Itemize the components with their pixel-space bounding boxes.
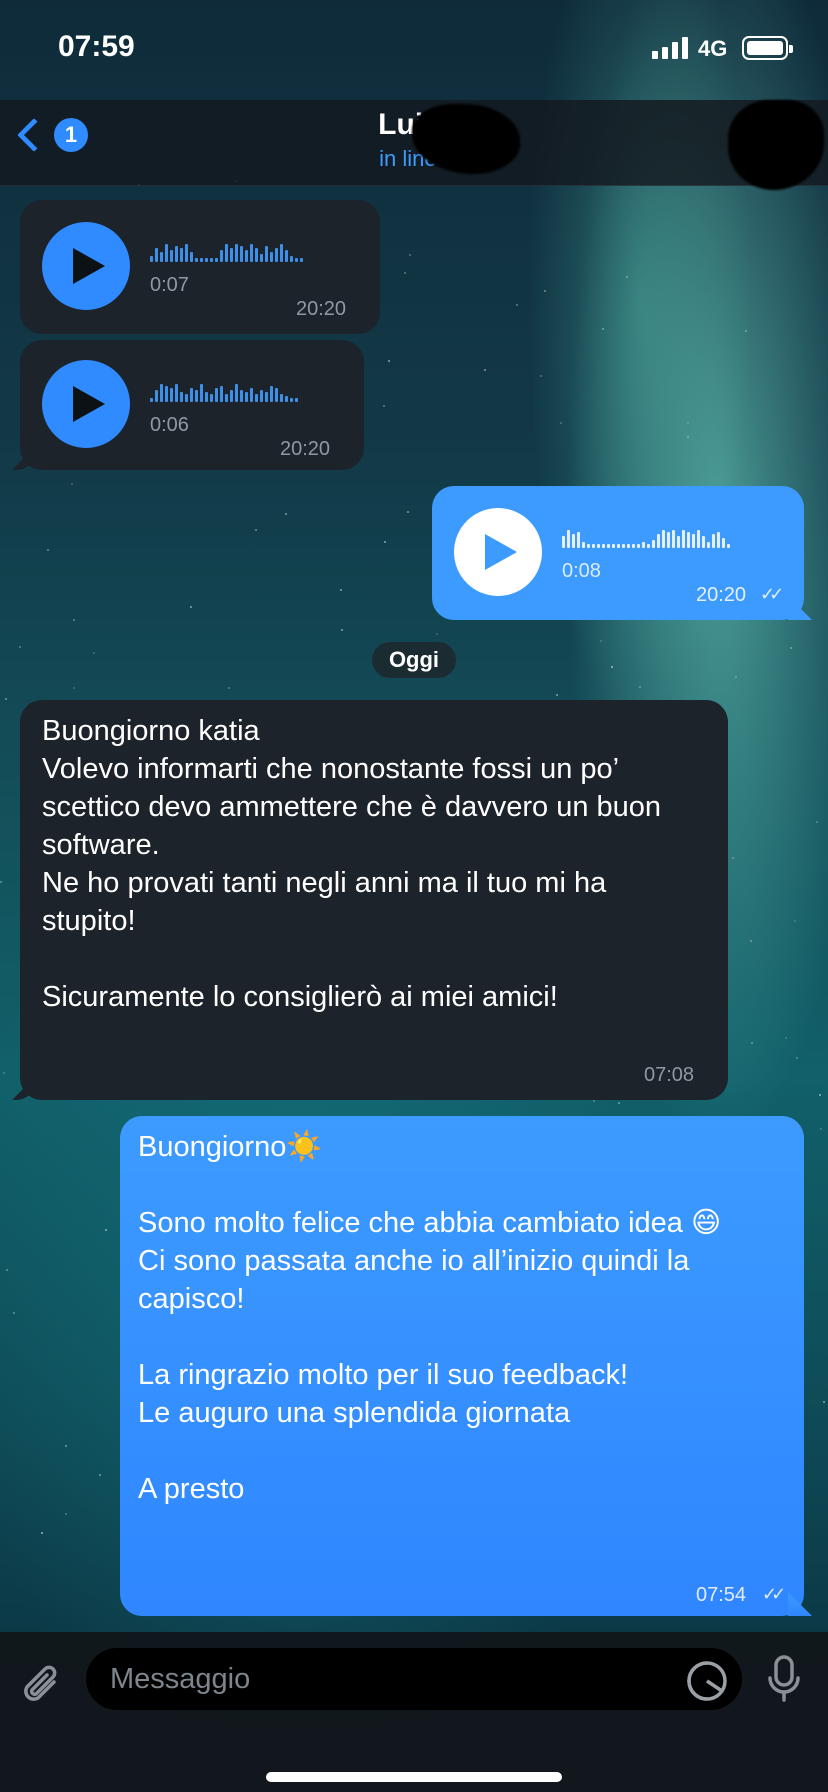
message-text: Buongiorno katia Volevo informarti che n… [42,715,662,1013]
play-icon [73,248,105,284]
message-input-bar [0,1632,828,1792]
message-time: 20:20 [280,438,331,460]
message-text: Buongiorno☀️ Sono molto felice che abbia… [138,1131,722,1505]
message-time: 20:20 [296,298,347,320]
play-button[interactable] [42,222,130,310]
voice-message-incoming[interactable]: 0:06 20:20 [20,340,364,470]
message-input[interactable] [86,1648,742,1710]
voice-message-incoming[interactable]: 0:07 20:20 [20,200,380,334]
chat-header: 1 Luigi in linea [0,100,828,190]
battery-icon [742,36,793,60]
sticker-icon[interactable] [686,1660,728,1707]
play-button[interactable] [454,508,542,596]
waveform [150,380,298,402]
play-icon [485,534,517,570]
message-time: 20:20 [696,584,747,606]
paperclip-icon[interactable] [20,1662,64,1713]
read-receipt-icon: ✓✓ [760,584,784,604]
waveform [562,526,730,548]
message-time: 07:08 [644,1064,695,1086]
message-time: 07:54 [696,1584,747,1606]
voice-duration: 0:06 [150,414,189,436]
voice-duration: 0:07 [150,274,189,296]
home-indicator [266,1772,562,1782]
microphone-icon[interactable] [766,1654,802,1709]
text-message-incoming[interactable]: Buongiorno katia Volevo informarti che n… [20,700,728,1100]
avatar[interactable] [728,100,824,190]
network-type: 4G [698,36,728,61]
voice-duration: 0:08 [562,560,601,582]
status-time: 07:59 [58,30,135,63]
waveform [150,240,303,262]
play-button[interactable] [42,360,130,448]
date-separator: Oggi [372,642,456,678]
signal-icon [652,37,688,59]
text-message-outgoing[interactable]: Buongiorno☀️ Sono molto felice che abbia… [120,1116,804,1616]
read-receipt-icon: ✓✓ [762,1584,786,1604]
voice-message-outgoing[interactable]: 0:08 20:20 ✓✓ [432,486,804,620]
chat-status: in linea [379,146,449,171]
status-bar: 07:59 4G [0,0,828,100]
play-icon [73,386,105,422]
